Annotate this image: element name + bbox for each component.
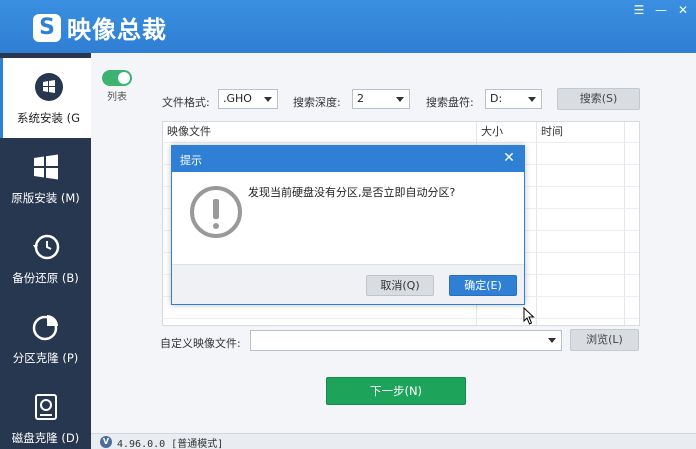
windows-logo-icon <box>35 73 63 101</box>
app-title: 映像总裁 <box>67 16 167 44</box>
browse-button[interactable]: 浏览(L) <box>570 329 639 351</box>
menu-icon[interactable]: ☰ <box>632 3 646 17</box>
mouse-cursor-icon <box>523 307 535 325</box>
version-text: 4.96.0.0 [普通模式] <box>117 439 224 449</box>
next-step-button[interactable]: 下一步(N) <box>326 377 466 405</box>
sidebar-item-label: 系统安装 (G <box>16 111 81 125</box>
sidebar: 系统安装 (G 原版安装 (M) 备份还原 (B) 分区克隆 (P) 磁盘克隆 … <box>0 53 91 449</box>
cancel-button[interactable]: 取消(Q) <box>366 275 434 296</box>
table-header-image-file[interactable]: 映像文件 <box>163 122 211 142</box>
dialog-message: 发现当前硬盘没有分区,是否立即自动分区? <box>248 186 456 199</box>
search-button[interactable]: 搜索(S) <box>557 88 640 110</box>
dialog-title: 提示 <box>180 154 202 167</box>
table-header-size[interactable]: 大小 <box>477 122 503 142</box>
search-drive-select[interactable]: D: <box>485 89 542 109</box>
search-drive-label: 搜索盘符: <box>426 96 474 109</box>
custom-image-input[interactable] <box>250 330 562 351</box>
sidebar-item-label: 原版安装 (M) <box>11 191 80 205</box>
search-depth-label: 搜索深度: <box>293 96 341 109</box>
ok-button[interactable]: 确定(E) <box>449 275 517 296</box>
sidebar-item-label: 磁盘克隆 (D) <box>11 431 80 445</box>
file-format-value: .GHO <box>223 92 252 105</box>
table-row <box>163 142 639 143</box>
pie-chart-icon <box>32 315 58 341</box>
sidebar-item-backup-restore[interactable]: 备份还原 (B) <box>0 218 91 298</box>
file-format-select[interactable]: .GHO <box>218 89 278 109</box>
search-drive-value: D: <box>490 92 503 105</box>
version-icon: V <box>100 436 112 448</box>
chevron-down-icon <box>396 97 404 102</box>
title-bar: S 映像总裁 ☰ — ✕ <box>0 0 696 53</box>
logo-s-icon: S <box>33 13 61 42</box>
chevron-down-icon <box>528 97 536 102</box>
chevron-down-icon <box>264 97 272 102</box>
close-icon[interactable]: ✕ <box>502 151 516 165</box>
view-toggle[interactable] <box>102 70 132 86</box>
search-depth-select[interactable]: 2 <box>352 89 410 109</box>
windows-icon <box>34 154 58 180</box>
hard-disk-icon <box>35 394 57 420</box>
app-logo: S 映像总裁 <box>33 10 167 45</box>
sidebar-item-label: 分区克隆 (P) <box>12 351 79 365</box>
file-format-label: 文件格式: <box>162 96 210 109</box>
sidebar-item-disk-clone[interactable]: 磁盘克隆 (D) <box>0 378 91 449</box>
table-header-time[interactable]: 时间 <box>537 122 563 142</box>
chevron-down-icon[interactable] <box>548 338 556 343</box>
status-bar: V 4.96.0.0 [普通模式] <box>91 433 696 449</box>
exclamation-icon <box>190 186 242 238</box>
dialog-footer: 取消(Q) 确定(E) <box>172 264 524 304</box>
dialog-title-bar[interactable]: 提示 ✕ <box>172 146 524 172</box>
backup-clock-icon <box>33 234 60 260</box>
prompt-dialog: 提示 ✕ 发现当前硬盘没有分区,是否立即自动分区? 取消(Q) 确定(E) <box>171 145 525 305</box>
sidebar-item-partition-clone[interactable]: 分区克隆 (P) <box>0 298 91 378</box>
custom-image-label: 自定义映像文件: <box>160 337 241 350</box>
view-toggle-label: 列表 <box>107 92 127 103</box>
dialog-body: 发现当前硬盘没有分区,是否立即自动分区? <box>172 172 524 264</box>
sidebar-item-system-install[interactable]: 系统安装 (G <box>0 58 91 138</box>
search-depth-value: 2 <box>357 92 364 105</box>
sidebar-item-original-install[interactable]: 原版安装 (M) <box>0 138 91 218</box>
minimize-icon[interactable]: — <box>654 3 668 17</box>
close-icon[interactable]: ✕ <box>676 3 690 17</box>
sidebar-item-label: 备份还原 (B) <box>12 271 79 285</box>
table-row <box>163 318 639 319</box>
